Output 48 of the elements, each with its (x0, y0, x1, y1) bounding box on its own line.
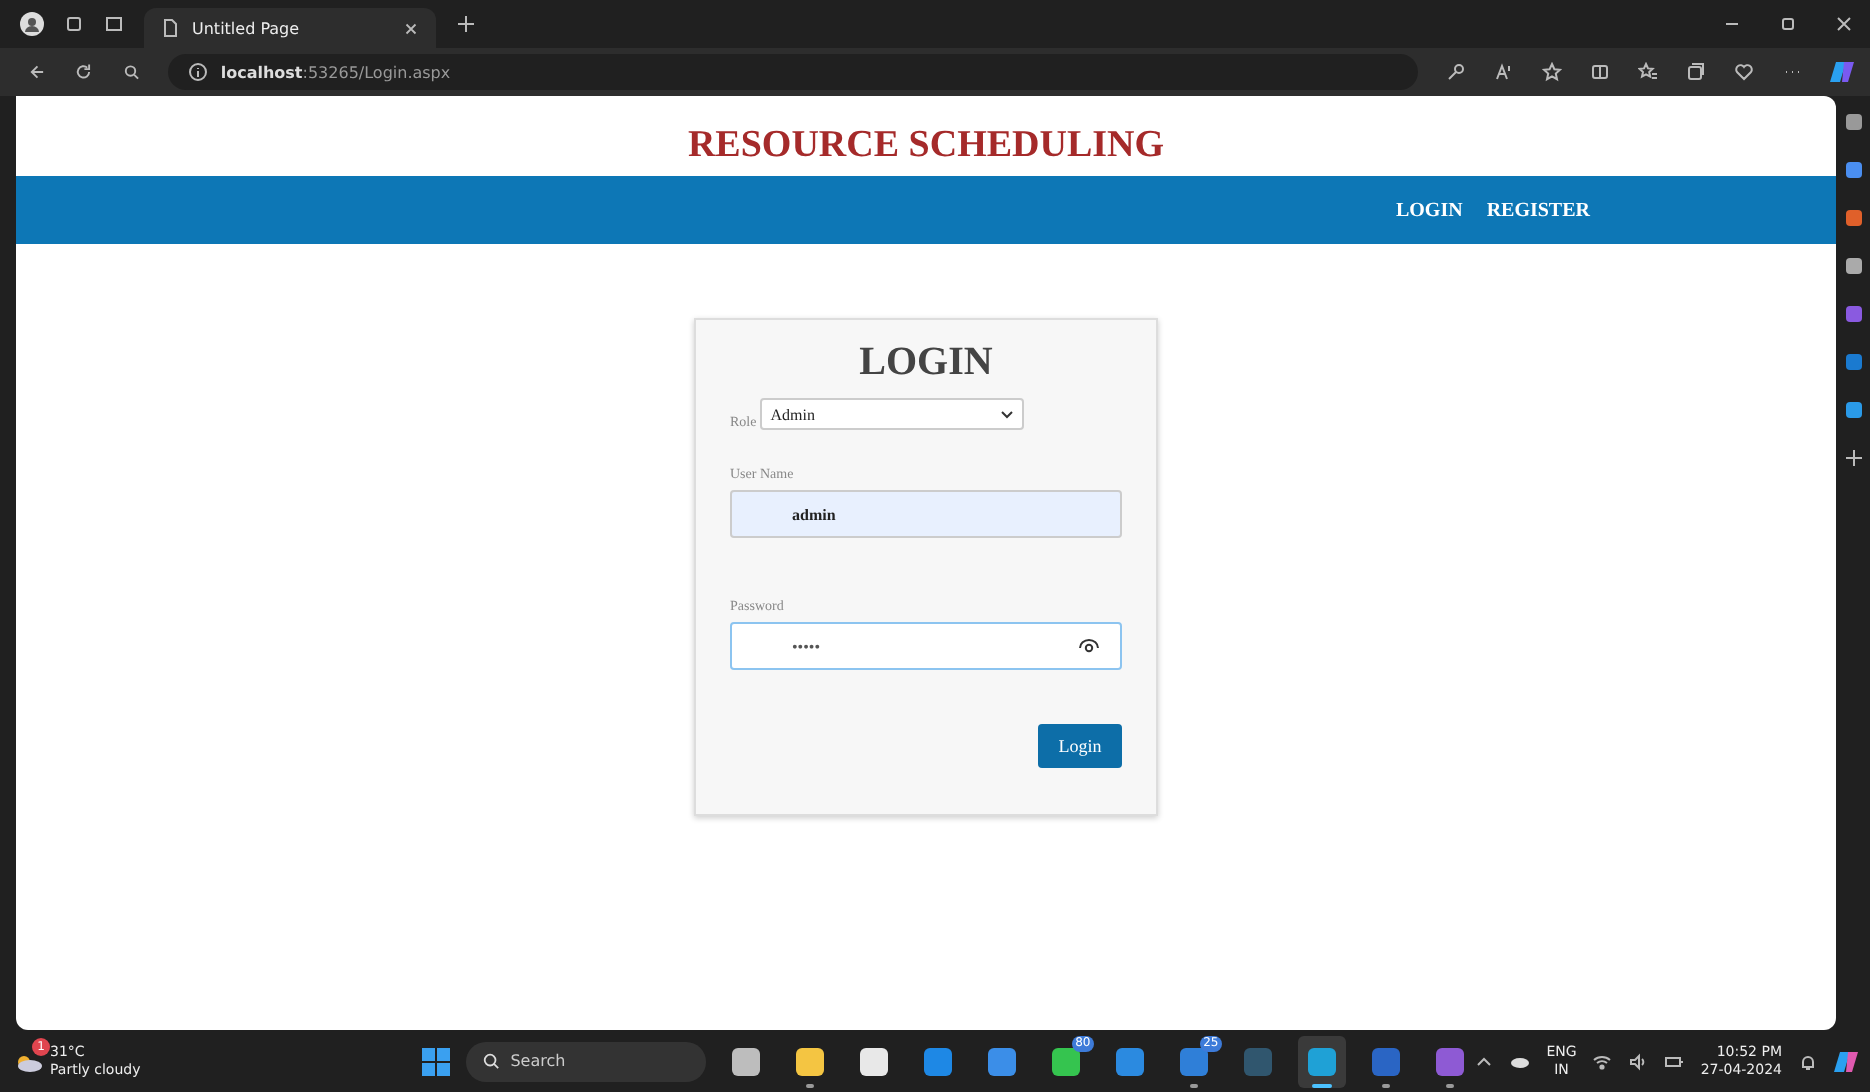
running-indicator (1446, 1083, 1455, 1087)
taskbar-app[interactable] (1298, 1035, 1347, 1087)
role-dropdown[interactable]: Admin (760, 398, 1025, 430)
nav-link[interactable]: REGISTER (1486, 199, 1590, 221)
restore-icon[interactable] (1778, 14, 1798, 34)
username-field[interactable]: admin (730, 490, 1122, 538)
tab-title: Untitled Page (192, 19, 302, 37)
search-field[interactable]: Search (466, 1041, 707, 1081)
info-icon[interactable] (188, 62, 209, 82)
login-button[interactable]: Login (1038, 724, 1122, 768)
running-indicator (1190, 1083, 1199, 1087)
bell-icon[interactable] (1798, 1051, 1818, 1071)
tabs-icon[interactable] (104, 14, 124, 34)
battery-icon[interactable] (1664, 1051, 1685, 1071)
speaker-icon[interactable] (1628, 1051, 1649, 1071)
close-icon[interactable] (1834, 14, 1854, 34)
add-icon[interactable] (1843, 448, 1863, 468)
favorites-icon[interactable] (1638, 62, 1659, 82)
nav-link[interactable]: LOGIN (1395, 199, 1463, 221)
read-aloud-icon[interactable] (1494, 62, 1515, 82)
page-icon[interactable] (160, 18, 180, 38)
url-text: localhost:53265/Login.aspx (220, 63, 451, 81)
back-icon[interactable] (28, 62, 47, 82)
running-indicator (1382, 1083, 1391, 1087)
chevron-icon (1000, 409, 1015, 419)
heart-icon[interactable] (1734, 62, 1755, 82)
close-icon[interactable] (402, 19, 420, 37)
copilot-icon[interactable] (1834, 1049, 1858, 1073)
site-title: RESOURCE SCHEDULING (687, 124, 1165, 168)
login-heading: LOGIN (857, 340, 995, 386)
star-icon[interactable] (1542, 62, 1563, 82)
profile-icon[interactable] (20, 12, 44, 36)
copilot-icon[interactable] (1830, 60, 1855, 84)
split-screen-icon[interactable] (1590, 62, 1611, 82)
key-icon[interactable] (1446, 62, 1467, 82)
password-field[interactable]: ••••• (730, 622, 1122, 670)
refresh-icon[interactable] (74, 62, 94, 82)
windows-logo-icon[interactable] (422, 1047, 451, 1075)
new-tab-icon[interactable] (456, 14, 476, 34)
running-indicator (806, 1083, 815, 1087)
collections-icon[interactable] (1686, 62, 1707, 82)
address-bar[interactable]: localhost:53265/Login.aspx (168, 54, 1419, 90)
wifi-icon[interactable] (1592, 1051, 1613, 1071)
workspaces-icon[interactable] (64, 14, 84, 34)
browser-tab[interactable]: Untitled Page (144, 8, 436, 48)
running-indicator (1312, 1083, 1333, 1087)
cloud-icon[interactable] (1510, 1055, 1531, 1067)
eye-icon[interactable] (1078, 638, 1100, 654)
